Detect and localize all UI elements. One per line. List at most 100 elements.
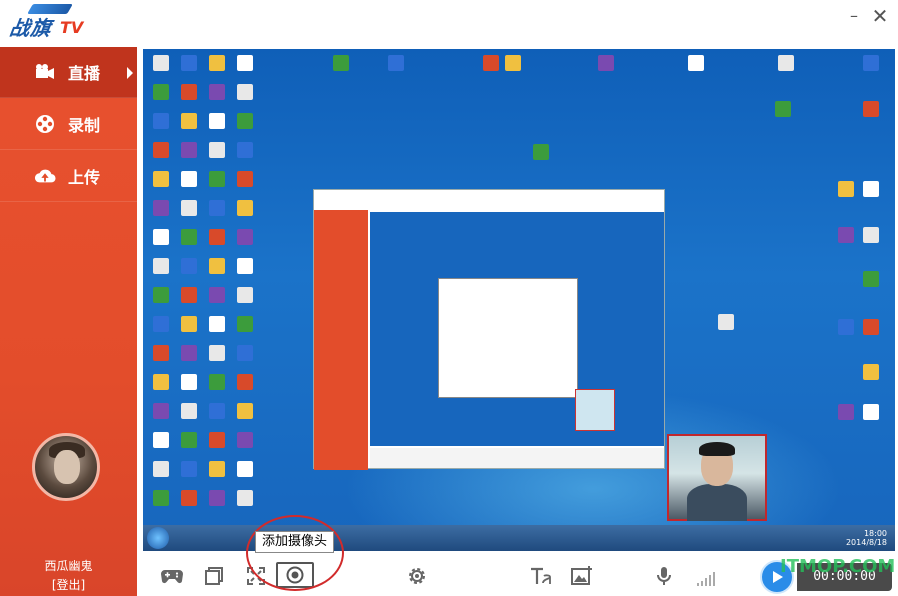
desktop-shortcut-icon [718, 314, 734, 330]
sidebar: 直播 录制 上传 [0, 47, 137, 596]
desktop-shortcut-icon [209, 200, 225, 216]
camera-overlay[interactable] [667, 434, 767, 521]
desktop-shortcut-icon [181, 113, 197, 129]
desktop-shortcut-icon [209, 403, 225, 419]
desktop-shortcut-icon [181, 461, 197, 477]
close-button[interactable]: ✕ [870, 6, 890, 26]
sidebar-item-label: 上传 [68, 168, 101, 187]
username: 西瓜幽鬼 [44, 559, 93, 573]
desktop-shortcut-icon [209, 490, 225, 506]
desktop-shortcut-icon [153, 403, 169, 419]
start-live-button[interactable] [760, 560, 794, 594]
desktop-shortcut-icon [181, 316, 197, 332]
logout-link[interactable]: [登出] [0, 576, 137, 593]
desktop-shortcut-icon [153, 258, 169, 274]
desktop-shortcut-icon [237, 403, 253, 419]
desktop-shortcut-icon [237, 55, 253, 71]
tooltip-add-camera: 添加摄像头 [255, 531, 335, 553]
desktop-shortcut-icon [237, 84, 253, 100]
settings-gear-icon[interactable] [405, 565, 429, 587]
active-indicator-arrow [127, 67, 133, 79]
desktop-shortcut-icon [688, 55, 704, 71]
desktop-shortcut-icon [237, 113, 253, 129]
desktop-shortcut-icon [838, 404, 854, 420]
text-icon[interactable] [529, 565, 553, 587]
desktop-shortcut-icon [237, 316, 253, 332]
desktop-shortcut-icon [181, 200, 197, 216]
desktop-shortcut-icon [838, 227, 854, 243]
nested-nested-window [438, 278, 578, 398]
desktop-shortcut-icon [209, 171, 225, 187]
desktop-shortcut-icon [153, 229, 169, 245]
desktop-shortcut-icon [838, 181, 854, 197]
desktop-shortcut-icon [181, 258, 197, 274]
camera-person-hair [699, 442, 735, 456]
desktop-shortcut-icon [153, 490, 169, 506]
desktop-shortcut-icon [153, 316, 169, 332]
desktop-shortcut-icon [533, 144, 549, 160]
desktop-shortcut-icon [237, 142, 253, 158]
live-timer: 00:00:00 [797, 563, 892, 591]
image-add-icon[interactable] [570, 565, 594, 587]
desktop-shortcut-icon [237, 432, 253, 448]
desktop-shortcut-icon [181, 171, 197, 187]
desktop-shortcut-icon [153, 345, 169, 361]
user-avatar[interactable] [32, 433, 100, 501]
window-icon[interactable] [202, 565, 226, 587]
desktop-shortcut-icon [598, 55, 614, 71]
desktop-shortcut-icon [483, 55, 499, 71]
desktop-shortcut-icon [209, 142, 225, 158]
desktop-shortcut-icon [209, 287, 225, 303]
nested-sidebar [314, 210, 368, 470]
desktop-shortcut-icon [181, 55, 197, 71]
desktop-shortcut-icon [237, 171, 253, 187]
desktop-shortcut-icon [388, 55, 404, 71]
volume-level-icon [697, 572, 717, 586]
desktop-shortcut-icon [209, 345, 225, 361]
desktop-shortcut-icon [209, 84, 225, 100]
desktop-shortcut-icon [153, 461, 169, 477]
desktop-shortcut-icon [153, 171, 169, 187]
sidebar-item-live[interactable]: 直播 [0, 47, 137, 98]
desktop-shortcut-icon [237, 287, 253, 303]
gamepad-icon[interactable] [160, 565, 184, 587]
desktop-shortcut-icon [863, 364, 879, 380]
camera-icon [34, 61, 56, 83]
sidebar-item-upload[interactable]: 上传 [0, 151, 137, 202]
desktop-shortcut-icon [333, 55, 349, 71]
desktop-shortcut-icon [209, 432, 225, 448]
desktop-shortcut-icon [863, 271, 879, 287]
desktop-shortcut-icon [209, 229, 225, 245]
desktop-shortcut-icon [863, 227, 879, 243]
desktop-shortcut-icon [237, 374, 253, 390]
desktop-shortcut-icon [237, 258, 253, 274]
desktop-shortcut-icon [237, 461, 253, 477]
desktop-shortcut-icon [153, 432, 169, 448]
desktop-shortcut-icon [237, 345, 253, 361]
desktop-shortcut-icon [181, 490, 197, 506]
sidebar-item-label: 直播 [68, 64, 101, 83]
desktop-shortcut-icon [153, 374, 169, 390]
desktop-shortcut-icon [863, 319, 879, 335]
cloud-upload-icon [34, 165, 56, 187]
desktop-shortcut-icon [778, 55, 794, 71]
nested-camera-overlay [575, 389, 615, 431]
desktop-shortcut-icon [838, 319, 854, 335]
sidebar-item-label: 录制 [68, 116, 101, 135]
desktop-shortcut-icon [209, 258, 225, 274]
desktop-shortcut-icon [153, 142, 169, 158]
desktop-shortcut-icon [209, 316, 225, 332]
logo-brand-text: 战旗 [8, 16, 54, 40]
desktop-shortcut-icon [237, 229, 253, 245]
taskbar-clock: 18:00 2014/8/18 [845, 529, 887, 547]
play-icon [773, 571, 783, 583]
microphone-icon[interactable] [652, 565, 676, 587]
desktop-shortcut-icon [863, 55, 879, 71]
minimize-button[interactable]: – [844, 6, 864, 26]
sidebar-item-record[interactable]: 录制 [0, 99, 137, 150]
desktop-shortcut-icon [153, 287, 169, 303]
desktop-shortcut-icon [181, 287, 197, 303]
desktop-shortcut-icon [209, 461, 225, 477]
desktop-shortcut-icon [153, 200, 169, 216]
desktop-shortcut-icon [863, 101, 879, 117]
